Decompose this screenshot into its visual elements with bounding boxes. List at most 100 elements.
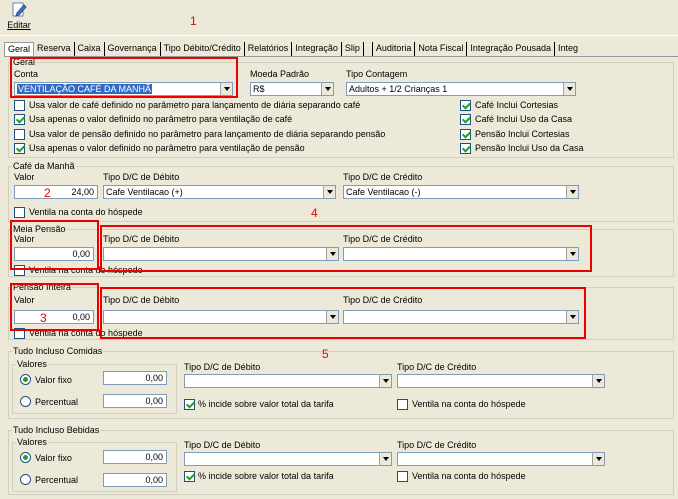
- comidas-ventila-checkbox[interactable]: [397, 399, 408, 410]
- chevron-down-icon[interactable]: [379, 375, 391, 387]
- inteira-ventila-label: Ventila na conta do hóspede: [29, 328, 143, 338]
- option-checkbox-3[interactable]: [14, 129, 25, 140]
- pensao-cortesias-checkbox[interactable]: [460, 129, 471, 140]
- cafe-valor-input[interactable]: 24,00: [14, 185, 98, 199]
- cafe-valor-label: Valor: [14, 172, 35, 182]
- tab-integracao-pousada[interactable]: Integração Pousada: [467, 42, 555, 56]
- inteira-ventila-checkbox[interactable]: [14, 328, 25, 339]
- tab-nota-fiscal[interactable]: Nota Fiscal: [415, 42, 468, 56]
- option-checkbox-1[interactable]: [14, 100, 25, 111]
- meia-credito-select[interactable]: [343, 247, 579, 261]
- cafe-ventila-checkbox[interactable]: [14, 207, 25, 218]
- pencil-icon: [12, 2, 27, 17]
- conta-label: Conta: [14, 69, 39, 79]
- inteira-debito-select[interactable]: [103, 310, 339, 324]
- chevron-down-icon[interactable]: [566, 186, 578, 198]
- bebidas-percentual-radio[interactable]: [20, 474, 31, 485]
- pensao-uso-casa-label: Pensão Inclui Uso da Casa: [475, 143, 584, 153]
- chevron-down-icon[interactable]: [379, 453, 391, 465]
- moeda-label: Moeda Padrão: [250, 69, 310, 79]
- chevron-down-icon[interactable]: [323, 186, 335, 198]
- conta-value: VENTILAÇÃO CAFÉ DA MANHÃ: [17, 84, 153, 94]
- option-label-3: Usa valor de pensão definido no parâmetr…: [29, 129, 386, 139]
- cafe-uso-casa-checkbox[interactable]: [460, 114, 471, 125]
- moeda-select[interactable]: R$: [250, 82, 334, 96]
- bebidas-fixo-input[interactable]: 0,00: [103, 450, 167, 464]
- chevron-down-icon[interactable]: [321, 83, 333, 95]
- comidas-debito-label: Tipo D/C de Débito: [184, 362, 261, 372]
- comidas-credito-select[interactable]: [397, 374, 605, 388]
- comidas-percentual-input[interactable]: 0,00: [103, 394, 167, 408]
- tab-integ[interactable]: Integ: [555, 42, 581, 56]
- annotation-number-3: 3: [40, 311, 47, 325]
- bebidas-legend: Tudo Incluso Bebidas: [12, 425, 101, 436]
- edit-label: Editar: [7, 20, 31, 30]
- option-checkbox-4[interactable]: [14, 143, 25, 154]
- inteira-credito-select[interactable]: [343, 310, 579, 324]
- tab-auditoria[interactable]: Auditoria: [371, 42, 416, 56]
- conta-select[interactable]: VENTILAÇÃO CAFÉ DA MANHÃ: [14, 82, 233, 96]
- bebidas-incide-label: % incide sobre valor total da tarifa: [198, 471, 334, 481]
- option-label-1: Usa valor de café definido no parâmetro …: [29, 100, 361, 110]
- inteira-credito-label: Tipo D/C de Crédito: [343, 295, 423, 305]
- tab-strip: Geral Reserva Caixa Governança Tipo Débi…: [4, 42, 581, 56]
- bebidas-percentual-input[interactable]: 0,00: [103, 473, 167, 487]
- cafe-uso-casa-label: Café Inclui Uso da Casa: [475, 114, 573, 124]
- meia-debito-select[interactable]: [103, 247, 339, 261]
- meia-valor-input[interactable]: 0,00: [14, 247, 94, 261]
- chevron-down-icon[interactable]: [592, 375, 604, 387]
- bebidas-credito-select[interactable]: [397, 452, 605, 466]
- cafe-ventila-label: Ventila na conta do hóspede: [29, 207, 143, 217]
- chevron-down-icon[interactable]: [566, 311, 578, 323]
- chevron-down-icon[interactable]: [220, 83, 232, 95]
- tab-integracao[interactable]: Integração: [292, 42, 342, 56]
- comidas-incide-checkbox[interactable]: [184, 399, 195, 410]
- meia-ventila-checkbox[interactable]: [14, 265, 25, 276]
- chevron-down-icon[interactable]: [592, 453, 604, 465]
- comidas-percentual-radio[interactable]: [20, 396, 31, 407]
- tab-geral[interactable]: Geral: [4, 42, 35, 56]
- cafe-debito-select[interactable]: Cafe Ventilacao (+): [103, 185, 336, 199]
- tab-tipo-debito-credito[interactable]: Tipo Débito/Crédito: [161, 42, 245, 56]
- bebidas-valores-legend: Valores: [16, 437, 48, 448]
- cafe-legend: Café da Manhã: [12, 161, 76, 172]
- comidas-credito-label: Tipo D/C de Crédito: [397, 362, 477, 372]
- comidas-fixo-radio[interactable]: [20, 374, 31, 385]
- tab-governanca[interactable]: Governança: [105, 42, 161, 56]
- contagem-value: Adultos + 1/2 Crianças 1: [349, 84, 448, 94]
- comidas-fixo-input[interactable]: 0,00: [103, 371, 167, 385]
- cafe-cortesias-label: Café Inclui Cortesias: [475, 100, 559, 110]
- tab-slip[interactable]: Slip: [342, 42, 364, 56]
- cafe-debito-label: Tipo D/C de Débito: [103, 172, 180, 182]
- edit-button[interactable]: Editar: [4, 1, 34, 34]
- chevron-down-icon[interactable]: [326, 248, 338, 260]
- inteira-valor-label: Valor: [14, 295, 35, 305]
- comidas-debito-select[interactable]: [184, 374, 392, 388]
- comidas-valores-legend: Valores: [16, 359, 48, 370]
- chevron-down-icon[interactable]: [566, 248, 578, 260]
- meia-ventila-label: Ventila na conta do hóspede: [29, 265, 143, 275]
- annotation-number-1: 1: [190, 14, 197, 28]
- comidas-percentual-label: Percentual: [35, 397, 79, 407]
- cafe-cortesias-checkbox[interactable]: [460, 100, 471, 111]
- bebidas-incide-checkbox[interactable]: [184, 471, 195, 482]
- bebidas-fixo-radio[interactable]: [20, 452, 31, 463]
- tab-caixa[interactable]: Caixa: [75, 42, 105, 56]
- pensao-uso-casa-checkbox[interactable]: [460, 143, 471, 154]
- inteira-valor-input[interactable]: 0,00: [14, 310, 94, 324]
- bebidas-ventila-checkbox[interactable]: [397, 471, 408, 482]
- tab-reserva[interactable]: Reserva: [34, 42, 75, 56]
- moeda-value: R$: [253, 84, 265, 94]
- tab-relatorios[interactable]: Relatórios: [245, 42, 293, 56]
- chevron-down-icon[interactable]: [563, 83, 575, 95]
- annotation-number-4: 4: [311, 206, 318, 220]
- cafe-credito-select[interactable]: Cafe Ventilacao (-): [343, 185, 579, 199]
- toolbar: Editar: [0, 0, 678, 36]
- annotation-number-2: 2: [44, 186, 51, 200]
- bebidas-debito-select[interactable]: [184, 452, 392, 466]
- bebidas-ventila-label: Ventila na conta do hóspede: [412, 471, 526, 481]
- option-checkbox-2[interactable]: [14, 114, 25, 125]
- chevron-down-icon[interactable]: [326, 311, 338, 323]
- annotation-number-5: 5: [322, 347, 329, 361]
- contagem-select[interactable]: Adultos + 1/2 Crianças 1: [346, 82, 576, 96]
